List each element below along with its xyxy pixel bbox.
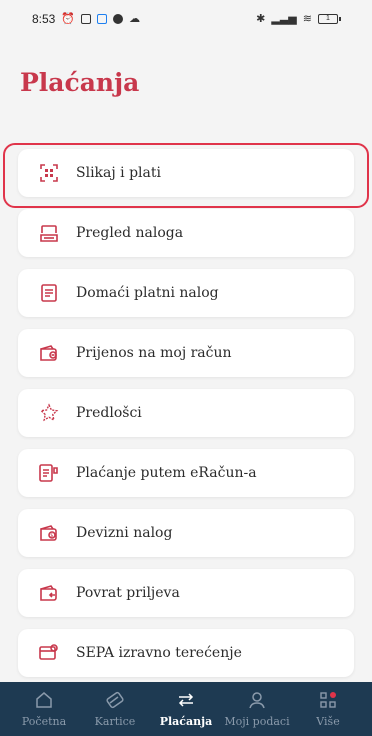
tab-vise[interactable]: Više bbox=[294, 682, 362, 736]
menu-item-slikaj-i-plati[interactable]: Slikaj i plati bbox=[18, 149, 354, 197]
tab-placanja[interactable]: Plaćanja bbox=[152, 682, 220, 736]
page-title: Plaćanja bbox=[20, 68, 140, 97]
signal-icon: ▂▃▅ bbox=[271, 12, 297, 25]
menu-item-label: Pregled naloga bbox=[76, 225, 184, 241]
svg-text:$: $ bbox=[50, 533, 53, 539]
menu-item-devizni-nalog[interactable]: $ Devizni nalog bbox=[18, 509, 354, 557]
menu-item-povrat-priljeva[interactable]: Povrat priljeva bbox=[18, 569, 354, 617]
document-icon bbox=[38, 282, 60, 304]
menu-item-label: Domaći platni nalog bbox=[76, 285, 219, 301]
menu-item-pregled-naloga[interactable]: Pregled naloga bbox=[18, 209, 354, 257]
menu-item-predlosci[interactable]: Predlošci bbox=[18, 389, 354, 437]
menu-item-label: Prijenos na moj račun bbox=[76, 345, 232, 361]
tab-kartice[interactable]: Kartice bbox=[81, 682, 149, 736]
tab-moji-podaci[interactable]: Moji podaci bbox=[223, 682, 291, 736]
wallet-return-icon bbox=[38, 582, 60, 604]
tab-label: Plaćanja bbox=[159, 714, 213, 728]
star-template-icon bbox=[38, 402, 60, 424]
tab-label: Moji podaci bbox=[224, 714, 290, 728]
document-tray-icon bbox=[38, 222, 60, 244]
qr-scan-icon bbox=[38, 162, 60, 184]
payments-menu: Slikaj i plati Pregled naloga Domaći pla… bbox=[18, 149, 354, 689]
menu-item-placanje-putem-eracuna[interactable]: Plaćanje putem eRačun-a bbox=[18, 449, 354, 497]
menu-item-label: Slikaj i plati bbox=[76, 165, 161, 181]
battery-icon: 1 bbox=[318, 14, 341, 24]
einvoice-icon bbox=[38, 462, 60, 484]
menu-item-domaci-platni-nalog[interactable]: Domaći platni nalog bbox=[18, 269, 354, 317]
menu-item-label: Povrat priljeva bbox=[76, 585, 180, 601]
transfer-arrows-icon bbox=[178, 692, 194, 707]
menu-item-label: SEPA izravno terećenje bbox=[76, 645, 242, 661]
alarm-icon: ⏰ bbox=[61, 12, 76, 25]
tab-label: Početna bbox=[21, 714, 67, 728]
home-icon bbox=[36, 691, 52, 708]
menu-item-label: Predlošci bbox=[76, 405, 142, 421]
notification-dot-icon bbox=[113, 14, 124, 24]
status-time: 8:53 bbox=[32, 12, 56, 26]
notification-app-blue-icon bbox=[97, 14, 108, 24]
status-right: ✱ ▂▃▅ ≋ 1 bbox=[256, 12, 341, 25]
status-bar: 8:53 ⏰ ☁ ✱ ▂▃▅ ≋ 1 bbox=[0, 0, 372, 38]
cloud-icon: ☁ bbox=[129, 12, 141, 25]
wallet-currency-icon: $ bbox=[38, 522, 60, 544]
bluetooth-icon: ✱ bbox=[256, 12, 266, 25]
menu-item-label: Plaćanje putem eRačun-a bbox=[76, 465, 257, 481]
tab-label: Kartice bbox=[94, 714, 136, 728]
menu-item-sepa-izravno-terecenje[interactable]: SEPA izravno terećenje bbox=[18, 629, 354, 677]
tab-label: Više bbox=[316, 714, 340, 728]
bottom-tab-bar: Početna Kartice Plaćanja Moji podaci Viš… bbox=[0, 682, 372, 736]
notification-app-icon bbox=[81, 14, 92, 24]
user-icon bbox=[249, 691, 265, 708]
menu-item-prijenos-na-moj-racun[interactable]: Prijenos na moj račun bbox=[18, 329, 354, 377]
wallet-transfer-icon bbox=[38, 342, 60, 364]
card-icon bbox=[106, 691, 124, 708]
menu-item-label: Devizni nalog bbox=[76, 525, 173, 541]
status-left: 8:53 ⏰ ☁ bbox=[32, 12, 140, 26]
tab-pocetna[interactable]: Početna bbox=[10, 682, 78, 736]
grid-more-icon bbox=[320, 691, 336, 708]
sepa-debit-icon bbox=[38, 642, 60, 664]
wifi-icon: ≋ bbox=[302, 12, 312, 25]
